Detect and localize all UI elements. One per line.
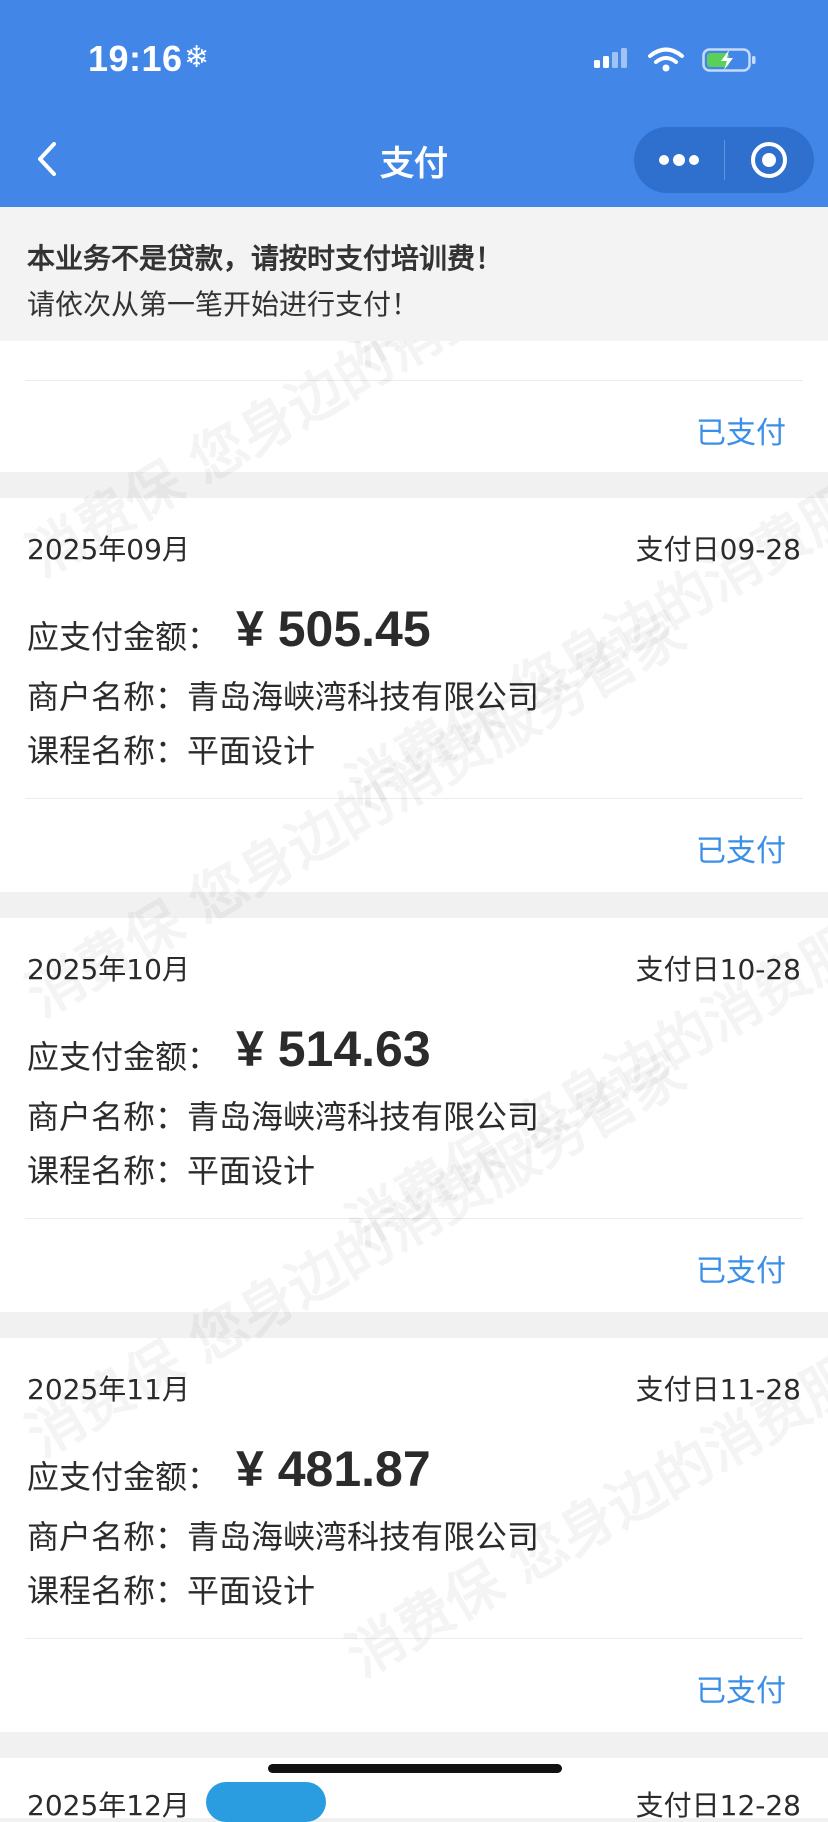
payment-due-date: 支付日11-28 bbox=[635, 1373, 801, 1406]
course-label: 课程名称： bbox=[27, 1572, 188, 1610]
payment-due-date: 支付日09-28 bbox=[635, 533, 801, 566]
payment-card: 2025年10月 支付日10-28 应支付金额： ¥ 514.63 商户名称：青… bbox=[0, 918, 828, 1312]
merchant-name: 商户名称：青岛海峡湾科技有限公司 bbox=[27, 1512, 539, 1558]
paid-status: 已支付 bbox=[696, 834, 786, 869]
notice-warning: 本业务不是贷款，请按时支付培训费！ bbox=[27, 242, 504, 275]
payment-month: 2025年10月 bbox=[27, 953, 190, 986]
wifi-icon bbox=[648, 47, 684, 72]
paid-status: 已支付 bbox=[696, 1674, 786, 1709]
payment-month: 2025年09月 bbox=[27, 533, 190, 566]
course-name: 课程名称：平面设计 bbox=[27, 1566, 315, 1612]
course-label: 课程名称： bbox=[27, 1152, 188, 1190]
payment-due-date: 支付日10-28 bbox=[635, 953, 801, 986]
paid-status: 已支付 bbox=[696, 416, 786, 451]
paid-status: 已支付 bbox=[696, 1254, 786, 1289]
payment-month: 2025年11月 bbox=[27, 1373, 190, 1406]
course-label: 课程名称： bbox=[27, 732, 188, 770]
merchant-value: 青岛海峡湾科技有限公司 bbox=[187, 1518, 540, 1556]
merchant-value: 青岛海峡湾科技有限公司 bbox=[187, 678, 540, 716]
payment-due-date: 支付日12-28 bbox=[635, 1789, 801, 1818]
payment-month: 2025年12月 bbox=[27, 1789, 190, 1818]
payment-card: 2025年09月 支付日09-28 应支付金额： ¥ 505.45 商户名称：青… bbox=[0, 498, 828, 892]
signal-icon bbox=[594, 48, 627, 68]
merchant-label: 商户名称： bbox=[27, 1098, 188, 1136]
card-divider bbox=[25, 1638, 803, 1639]
payment-notice: 本业务不是贷款，请按时支付培训费！ 请依次从第一笔开始进行支付！ bbox=[0, 207, 828, 341]
payment-card: 2025年11月 支付日11-28 应支付金额： ¥ 481.87 商户名称：青… bbox=[0, 1338, 828, 1732]
course-value: 平面设计 bbox=[187, 1572, 316, 1610]
course-name: 课程名称：平面设计 bbox=[27, 1146, 315, 1192]
target-icon bbox=[751, 142, 788, 178]
merchant-label: 商户名称： bbox=[27, 1518, 188, 1556]
course-value: 平面设计 bbox=[187, 1152, 316, 1190]
amount-label: 应支付金额： bbox=[27, 618, 220, 656]
notice-instruction: 请依次从第一笔开始进行支付！ bbox=[27, 288, 420, 321]
card-divider bbox=[25, 380, 803, 381]
payment-amount: ¥ 505.45 bbox=[236, 601, 431, 657]
merchant-label: 商户名称： bbox=[27, 678, 188, 716]
close-mini-program-button[interactable] bbox=[725, 127, 815, 193]
snowflake-icon: ❄ bbox=[184, 40, 210, 75]
merchant-name: 商户名称：青岛海峡湾科技有限公司 bbox=[27, 1092, 539, 1138]
home-indicator bbox=[268, 1764, 562, 1773]
payment-amount: ¥ 481.87 bbox=[236, 1441, 431, 1497]
mini-program-capsule bbox=[634, 127, 814, 193]
payment-amount: ¥ 514.63 bbox=[236, 1021, 431, 1077]
card-divider bbox=[25, 1218, 803, 1219]
header-bar: 19:16 ❄ 支付 bbox=[0, 0, 828, 207]
more-dots-icon bbox=[658, 154, 699, 166]
amount-label: 应支付金额： bbox=[27, 1458, 220, 1496]
battery-charging-icon bbox=[702, 48, 756, 72]
status-time: 19:16 bbox=[88, 38, 183, 79]
more-button[interactable] bbox=[634, 127, 724, 193]
payment-card-previous: 已支付 bbox=[0, 330, 828, 472]
status-tag bbox=[206, 1782, 326, 1822]
card-divider bbox=[25, 798, 803, 799]
course-name: 课程名称：平面设计 bbox=[27, 726, 315, 772]
course-value: 平面设计 bbox=[187, 732, 316, 770]
merchant-name: 商户名称：青岛海峡湾科技有限公司 bbox=[27, 672, 539, 718]
amount-label: 应支付金额： bbox=[27, 1038, 220, 1076]
merchant-value: 青岛海峡湾科技有限公司 bbox=[187, 1098, 540, 1136]
status-icons bbox=[594, 46, 758, 74]
